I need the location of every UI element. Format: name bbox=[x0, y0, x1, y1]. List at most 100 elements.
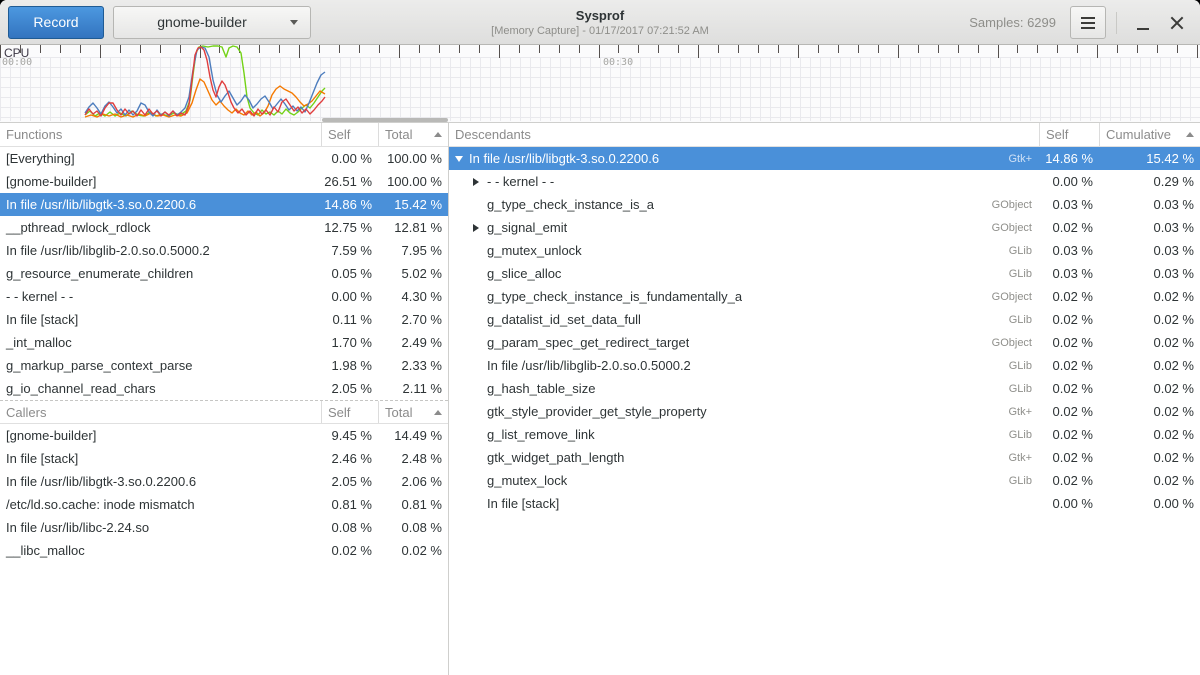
function-name: In file /usr/lib/libc-2.24.so bbox=[0, 520, 321, 535]
cumulative-value: 0.00 % bbox=[1099, 496, 1200, 511]
descendant-name: g_mutex_lockGLib bbox=[449, 473, 1039, 488]
cumulative-value: 0.02 % bbox=[1099, 335, 1200, 350]
library-tag: Gtk+ bbox=[1008, 153, 1039, 165]
tree-row[interactable]: g_type_check_instance_is_aGObject 0.03 %… bbox=[449, 193, 1200, 216]
self-value: 0.02 % bbox=[1039, 335, 1099, 350]
tree-row[interactable]: In file /usr/lib/libglib-2.0.so.0.5000.2… bbox=[449, 354, 1200, 377]
tree-row[interactable]: In file /usr/lib/libgtk-3.so.0.2200.6Gtk… bbox=[449, 147, 1200, 170]
expander-collapsed-icon[interactable] bbox=[473, 224, 479, 232]
table-row[interactable]: In file /usr/lib/libc-2.24.so 0.08 % 0.0… bbox=[0, 516, 448, 539]
total-value: 2.48 % bbox=[378, 451, 448, 466]
table-row[interactable]: In file [stack] 0.11 % 2.70 % bbox=[0, 308, 448, 331]
tree-row[interactable]: g_datalist_id_set_data_fullGLib 0.02 % 0… bbox=[449, 308, 1200, 331]
self-value: 0.02 % bbox=[1039, 220, 1099, 235]
table-row[interactable]: [gnome-builder] 26.51 % 100.00 % bbox=[0, 170, 448, 193]
table-row[interactable]: g_resource_enumerate_children 0.05 % 5.0… bbox=[0, 262, 448, 285]
table-row[interactable]: /etc/ld.so.cache: inode mismatch 0.81 % … bbox=[0, 493, 448, 516]
self-column-header[interactable]: Self bbox=[1039, 123, 1099, 146]
expander-expanded-icon[interactable] bbox=[455, 156, 463, 162]
descendant-name: g_type_check_instance_is_fundamentally_a… bbox=[449, 289, 1039, 304]
descendants-column-header[interactable]: Descendants bbox=[449, 123, 1039, 146]
descendant-name: In file [stack] bbox=[449, 496, 1039, 511]
library-tag: GLib bbox=[1009, 383, 1039, 395]
descendants-header: Descendants Self Cumulative bbox=[449, 123, 1200, 147]
self-value: 14.86 % bbox=[321, 197, 378, 212]
table-row[interactable]: [gnome-builder] 9.45 % 14.49 % bbox=[0, 424, 448, 447]
self-column-header[interactable]: Self bbox=[321, 401, 378, 423]
total-column-header[interactable]: Total bbox=[378, 123, 448, 146]
self-value: 0.00 % bbox=[1039, 174, 1099, 189]
total-value: 14.49 % bbox=[378, 428, 448, 443]
tree-row[interactable]: g_list_remove_linkGLib 0.02 % 0.02 % bbox=[449, 423, 1200, 446]
tree-row[interactable]: gtk_style_provider_get_style_propertyGtk… bbox=[449, 400, 1200, 423]
descendant-name: g_list_remove_linkGLib bbox=[449, 427, 1039, 442]
close-button[interactable] bbox=[1160, 6, 1194, 40]
total-value: 15.42 % bbox=[378, 197, 448, 212]
function-name: In file /usr/lib/libglib-2.0.so.0.5000.2 bbox=[0, 243, 321, 258]
cumulative-value: 0.02 % bbox=[1099, 404, 1200, 419]
self-value: 2.46 % bbox=[321, 451, 378, 466]
library-tag: GLib bbox=[1009, 314, 1039, 326]
cpu-usage-chart bbox=[0, 45, 1200, 122]
cumulative-value: 0.02 % bbox=[1099, 381, 1200, 396]
table-row[interactable]: In file /usr/lib/libgtk-3.so.0.2200.6 2.… bbox=[0, 470, 448, 493]
library-tag: GLib bbox=[1009, 360, 1039, 372]
tree-row[interactable]: - - kernel - - 0.00 % 0.29 % bbox=[449, 170, 1200, 193]
callers-column-header[interactable]: Callers bbox=[0, 401, 321, 423]
descendant-name: g_hash_table_sizeGLib bbox=[449, 381, 1039, 396]
tree-row[interactable]: In file [stack] 0.00 % 0.00 % bbox=[449, 492, 1200, 515]
self-value: 0.02 % bbox=[1039, 473, 1099, 488]
table-row[interactable]: g_io_channel_read_chars 2.05 % 2.11 % bbox=[0, 377, 448, 400]
table-row[interactable]: In file [stack] 2.46 % 2.48 % bbox=[0, 447, 448, 470]
tree-row[interactable]: g_param_spec_get_redirect_targetGObject … bbox=[449, 331, 1200, 354]
cumulative-value: 0.02 % bbox=[1099, 312, 1200, 327]
expander-collapsed-icon[interactable] bbox=[473, 178, 479, 186]
self-column-header[interactable]: Self bbox=[321, 123, 378, 146]
sysprof-window: Record gnome-builder Sysprof [Memory Cap… bbox=[0, 0, 1200, 675]
tree-row[interactable]: g_slice_allocGLib 0.03 % 0.03 % bbox=[449, 262, 1200, 285]
cpu-timeline-graph[interactable]: CPU 00:00 00:30 bbox=[0, 45, 1200, 123]
tree-row[interactable]: g_hash_table_sizeGLib 0.02 % 0.02 % bbox=[449, 377, 1200, 400]
function-name: g_resource_enumerate_children bbox=[0, 266, 321, 281]
function-name: g_io_channel_read_chars bbox=[0, 381, 321, 396]
cumulative-column-header[interactable]: Cumulative bbox=[1099, 123, 1200, 146]
descendants-body: In file /usr/lib/libgtk-3.so.0.2200.6Gtk… bbox=[449, 147, 1200, 515]
functions-body: [Everything] 0.00 % 100.00 % [gnome-buil… bbox=[0, 147, 448, 400]
tree-row[interactable]: g_signal_emitGObject 0.02 % 0.03 % bbox=[449, 216, 1200, 239]
table-row[interactable]: __pthread_rwlock_rdlock 12.75 % 12.81 % bbox=[0, 216, 448, 239]
library-tag: Gtk+ bbox=[1008, 406, 1039, 418]
function-name: [Everything] bbox=[0, 151, 321, 166]
self-value: 0.05 % bbox=[321, 266, 378, 281]
self-value: 0.02 % bbox=[1039, 427, 1099, 442]
functions-header: Functions Self Total bbox=[0, 123, 448, 147]
cumulative-value: 0.03 % bbox=[1099, 220, 1200, 235]
cpu-red-line bbox=[85, 47, 325, 116]
process-selector-dropdown[interactable]: gnome-builder bbox=[113, 6, 311, 39]
menu-button[interactable] bbox=[1070, 6, 1106, 39]
record-button[interactable]: Record bbox=[8, 6, 104, 39]
table-row[interactable]: - - kernel - - 0.00 % 4.30 % bbox=[0, 285, 448, 308]
total-column-header[interactable]: Total bbox=[378, 401, 448, 423]
table-row[interactable]: In file /usr/lib/libgtk-3.so.0.2200.6 14… bbox=[0, 193, 448, 216]
self-value: 0.02 % bbox=[1039, 404, 1099, 419]
self-value: 0.02 % bbox=[321, 543, 378, 558]
callers-body: [gnome-builder] 9.45 % 14.49 % In file [… bbox=[0, 424, 448, 562]
tree-row[interactable]: g_mutex_unlockGLib 0.03 % 0.03 % bbox=[449, 239, 1200, 262]
minimize-button[interactable] bbox=[1126, 6, 1160, 40]
tree-row[interactable]: gtk_widget_path_lengthGtk+ 0.02 % 0.02 % bbox=[449, 446, 1200, 469]
library-tag: GLib bbox=[1009, 475, 1039, 487]
total-value: 2.06 % bbox=[378, 474, 448, 489]
table-row[interactable]: __libc_malloc 0.02 % 0.02 % bbox=[0, 539, 448, 562]
tree-row[interactable]: g_mutex_lockGLib 0.02 % 0.02 % bbox=[449, 469, 1200, 492]
table-row[interactable]: In file /usr/lib/libglib-2.0.so.0.5000.2… bbox=[0, 239, 448, 262]
chevron-down-icon bbox=[290, 20, 298, 25]
descendant-name: g_datalist_id_set_data_fullGLib bbox=[449, 312, 1039, 327]
graph-scrollbar-thumb[interactable] bbox=[322, 118, 448, 122]
table-row[interactable]: _int_malloc 1.70 % 2.49 % bbox=[0, 331, 448, 354]
table-row[interactable]: g_markup_parse_context_parse 1.98 % 2.33… bbox=[0, 354, 448, 377]
table-row[interactable]: [Everything] 0.00 % 100.00 % bbox=[0, 147, 448, 170]
tree-row[interactable]: g_type_check_instance_is_fundamentally_a… bbox=[449, 285, 1200, 308]
function-name: [gnome-builder] bbox=[0, 174, 321, 189]
process-selector-value: gnome-builder bbox=[114, 14, 290, 30]
functions-column-header[interactable]: Functions bbox=[0, 123, 321, 146]
